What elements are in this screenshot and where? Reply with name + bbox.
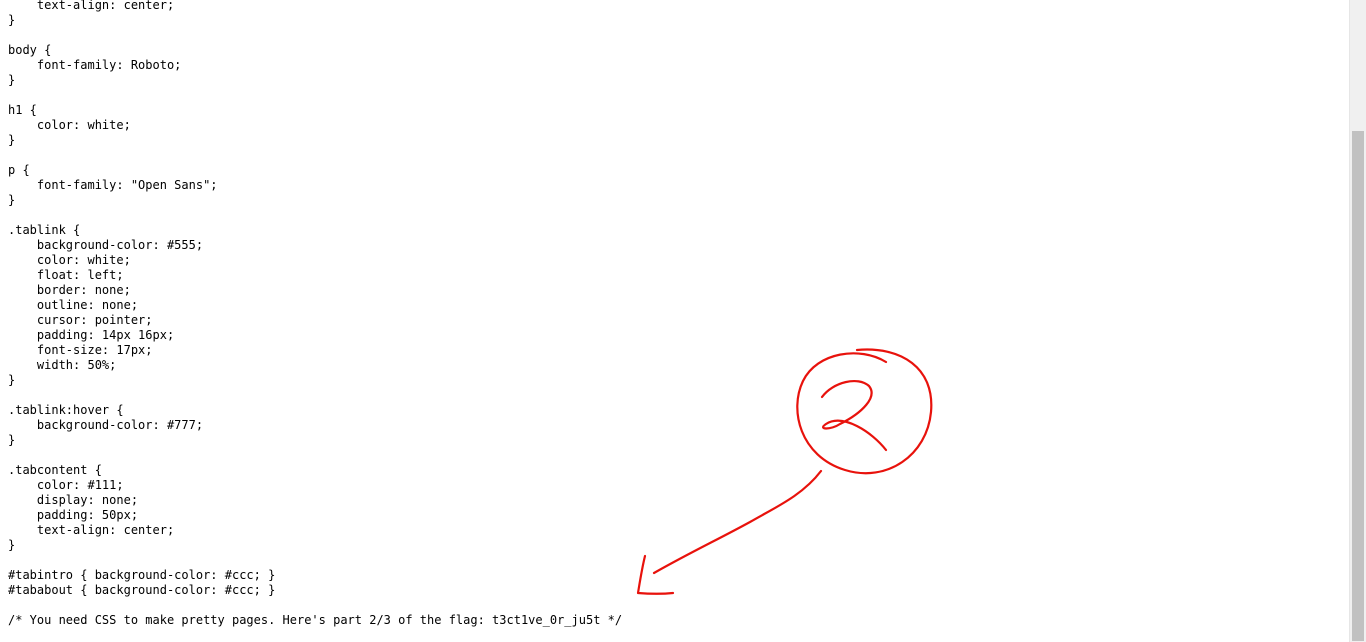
code-line: width: 50%; (8, 358, 117, 372)
css-source-view: text-align: center;} body { font-family: … (0, 0, 1366, 642)
code-line: #tabintro { background-color: #ccc; } (8, 568, 276, 582)
code-line: .tablink { (8, 223, 81, 237)
code-line: text-align: center; (8, 0, 175, 12)
code-line: .tablink:hover { (8, 403, 124, 417)
code-line: body { (8, 43, 52, 57)
code-line: background-color: #777; (8, 418, 204, 432)
code-line: color: white; (8, 253, 131, 267)
code-line: } (8, 538, 16, 552)
code-line: cursor: pointer; (8, 313, 153, 327)
code-line: } (8, 73, 16, 87)
code-line: } (8, 433, 16, 447)
vertical-scrollbar[interactable] (1349, 0, 1366, 642)
flag-comment-line: /* You need CSS to make pretty pages. He… (8, 613, 623, 627)
code-line: .tabcontent { (8, 463, 102, 477)
code-line: text-align: center; (8, 523, 175, 537)
scrollbar-thumb[interactable] (1352, 131, 1364, 641)
code-line: font-size: 17px; (8, 343, 153, 357)
code-line: p { (8, 163, 30, 177)
code-line: font-family: Roboto; (8, 58, 182, 72)
code-line: h1 { (8, 103, 37, 117)
code-line: padding: 14px 16px; (8, 328, 175, 342)
code-line: float: left; (8, 268, 124, 282)
code-line: display: none; (8, 493, 139, 507)
arrow-head-icon (636, 554, 675, 595)
code-line: padding: 50px; (8, 508, 139, 522)
code-line: } (8, 373, 16, 387)
code-line: } (8, 133, 16, 147)
code-line: border: none; (8, 283, 131, 297)
code-line: #tababout { background-color: #ccc; } (8, 583, 276, 597)
arrow-shaft-icon (652, 469, 823, 575)
red-circle-icon (796, 348, 933, 475)
handwritten-two-icon (820, 380, 888, 452)
code-line: } (8, 193, 16, 207)
css-source-code: text-align: center;} body { font-family: … (8, 0, 622, 628)
code-line: } (8, 13, 16, 27)
code-line: background-color: #555; (8, 238, 204, 252)
code-line: outline: none; (8, 298, 139, 312)
code-line: color: white; (8, 118, 131, 132)
code-line: font-family: "Open Sans"; (8, 178, 218, 192)
code-line: color: #111; (8, 478, 124, 492)
